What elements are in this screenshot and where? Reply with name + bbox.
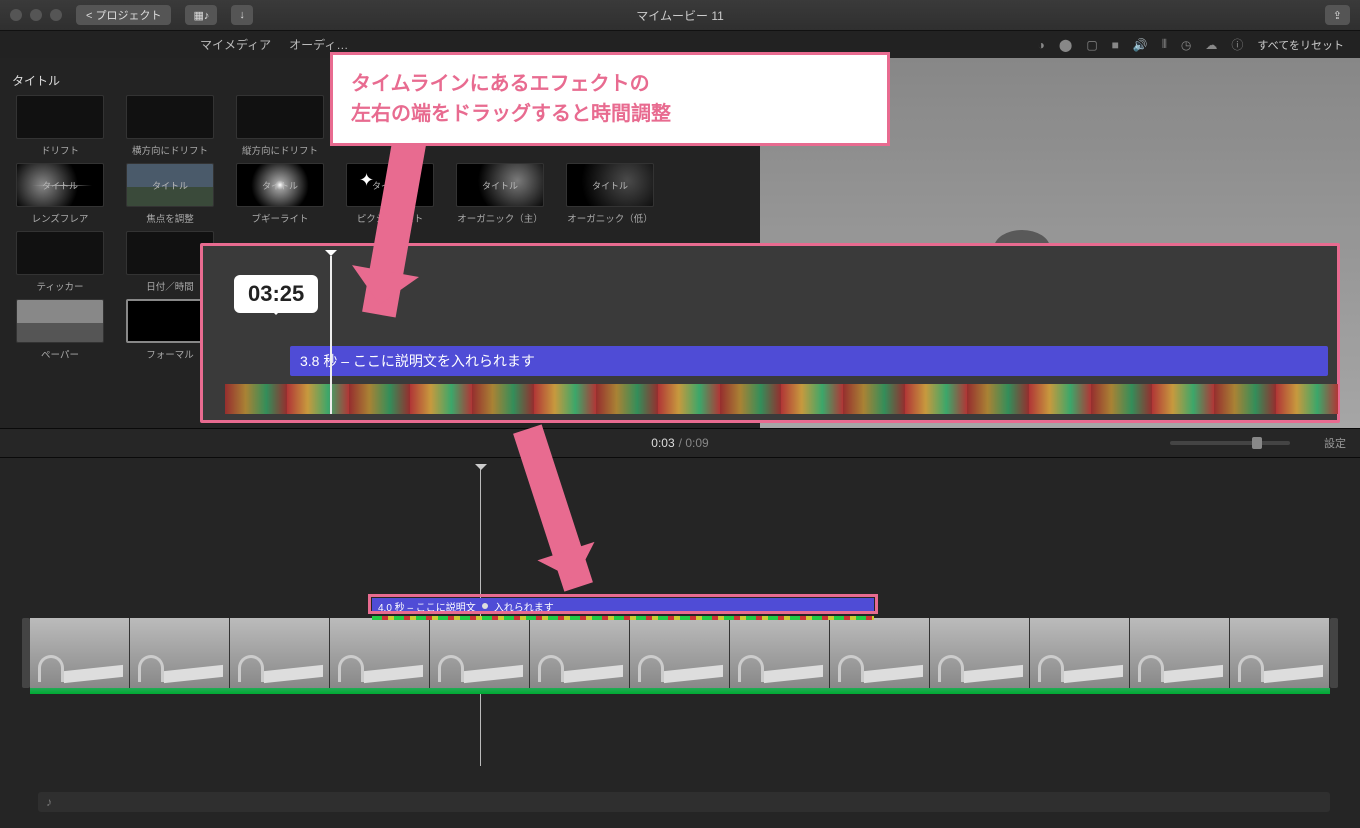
window-title: マイムービー 11	[636, 7, 724, 24]
time-bubble: 03:25	[234, 275, 318, 313]
title-thumb[interactable]: ドリフト	[12, 95, 108, 157]
library-view-button[interactable]: ▦♪	[185, 5, 217, 25]
volume-icon[interactable]: 🔊	[1133, 38, 1148, 52]
timeline-zoom-slider[interactable]	[1170, 441, 1290, 445]
back-to-projects-button[interactable]: < プロジェクト	[76, 5, 171, 25]
title-thumb[interactable]: ペーパー	[12, 299, 108, 361]
clip-color-strip	[372, 616, 874, 620]
annotation-callout: タイムラインにあるエフェクトの 左右の端をドラッグすると時間調整	[330, 52, 890, 146]
titlebar: < プロジェクト ▦♪ ↓ マイムービー 11 ⇪	[0, 0, 1360, 30]
noise-icon[interactable]: ⫴	[1162, 37, 1167, 52]
info-icon[interactable]: ⓘ	[1231, 36, 1243, 53]
crop-icon[interactable]: ▢	[1086, 38, 1097, 52]
reset-all-button[interactable]: すべてをリセット	[1257, 37, 1344, 53]
title-thumb[interactable]: タイトルブギーライト	[232, 163, 328, 225]
title-thumb[interactable]: タイトルオーガニック（主）	[452, 163, 548, 225]
video-track[interactable]	[30, 618, 1330, 688]
tab-audio[interactable]: オーディ…	[289, 36, 348, 53]
current-time: 0:03	[651, 436, 674, 450]
trim-handle-left[interactable]	[22, 618, 30, 688]
timeline[interactable]: 4.0 秒 – ここに説明文入れられます ♪	[0, 458, 1360, 828]
tab-my-media[interactable]: マイメディア	[200, 36, 271, 53]
clip-filmstrip-upper[interactable]	[225, 384, 1338, 414]
color-correction-icon[interactable]: ⬤	[1059, 38, 1072, 52]
speed-icon[interactable]: ◷	[1181, 38, 1191, 52]
import-button[interactable]: ↓	[231, 5, 253, 25]
audio-track[interactable]: ♪	[38, 792, 1330, 812]
title-thumb[interactable]: タイトルレンズフレア	[12, 163, 108, 225]
time-separator: /	[679, 436, 686, 450]
title-thumb[interactable]: ティッカー	[12, 231, 108, 293]
total-time: 0:09	[685, 436, 708, 450]
filter-icon[interactable]: ☁	[1205, 38, 1217, 52]
title-thumb[interactable]: 横方向にドリフト	[122, 95, 218, 157]
timeline-settings-button[interactable]: 設定	[1324, 435, 1346, 451]
title-thumb[interactable]: 縦方向にドリフト	[232, 95, 328, 157]
title-thumb[interactable]: タイトル焦点を調整	[122, 163, 218, 225]
stabilize-icon[interactable]: ■	[1112, 38, 1119, 52]
inspector-tools: ◑ ⬤ ▢ ■ 🔊 ⫴ ◷ ☁ ⓘ すべてをリセット	[1038, 36, 1360, 53]
skimmer-playhead[interactable]	[330, 256, 332, 414]
timecode-bar: 0:03 / 0:09 設定	[0, 428, 1360, 458]
title-clip-upper[interactable]: 3.8 秒 – ここに説明文を入れられます	[290, 346, 1328, 376]
trim-handle-right[interactable]	[1330, 618, 1338, 688]
share-button[interactable]: ⇪	[1325, 5, 1350, 25]
title-thumb[interactable]: タイトルオーガニック（低）	[562, 163, 658, 225]
music-icon: ♪	[46, 795, 52, 809]
annotation-highlight-lower	[368, 594, 878, 614]
color-balance-icon[interactable]: ◑	[1038, 38, 1045, 52]
window-controls[interactable]	[10, 9, 62, 21]
